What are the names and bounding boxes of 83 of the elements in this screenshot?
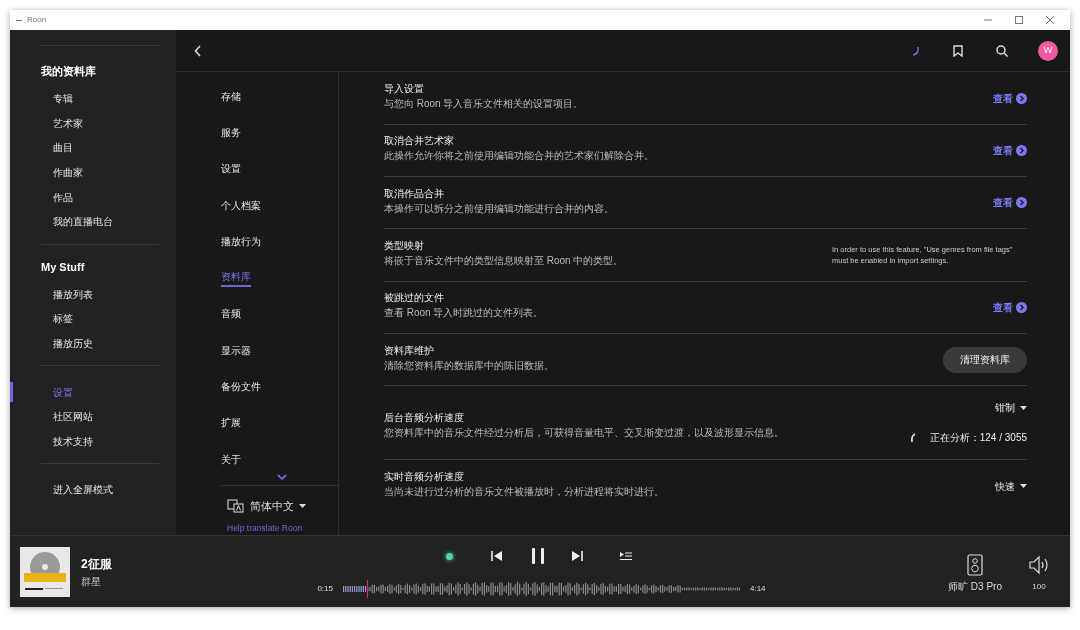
settings-nav-item[interactable]: 音频 — [221, 307, 241, 322]
view-link[interactable]: 查看 — [993, 142, 1027, 158]
help-translate-link[interactable]: Help translate Roon — [227, 522, 338, 535]
setting-title: 被跳过的文件 — [384, 291, 445, 306]
sidebar-item[interactable]: 曲目 — [53, 141, 73, 156]
bookmark-icon[interactable] — [953, 44, 963, 57]
speaker-icon[interactable] — [967, 553, 984, 576]
duration-time: 4:14 — [750, 583, 766, 595]
playhead[interactable] — [366, 580, 369, 598]
close-icon[interactable] — [1046, 16, 1054, 24]
loading-spinner-icon — [912, 45, 920, 56]
setting-title: 资料库维护 — [384, 343, 435, 358]
sidebar-item[interactable]: 播放列表 — [53, 287, 93, 302]
sidebar-item[interactable]: 标签 — [53, 312, 73, 327]
window-title: Roon — [27, 14, 47, 26]
scroll-down-icon[interactable] — [277, 473, 287, 481]
setting-title: 后台音频分析速度 — [384, 410, 465, 425]
sidebar-item[interactable]: 艺术家 — [53, 116, 83, 131]
section-heading: My Stuff — [41, 259, 86, 275]
setting-description: 与您向 Roon 导入音乐文件相关的设置项目。 — [384, 97, 585, 111]
settings-nav-item[interactable]: 备份文件 — [221, 380, 261, 394]
language-dropdown[interactable]: 简体中文 — [227, 497, 338, 515]
speed-dropdown[interactable]: 钳制 — [995, 400, 1027, 416]
sidebar-item[interactable]: 社区网站 — [53, 410, 93, 425]
artist-name[interactable]: 群星 — [81, 573, 112, 589]
clean-library-button[interactable]: 清理资料库 — [943, 346, 1027, 373]
settings-nav-item[interactable]: 设置 — [221, 162, 241, 177]
section-heading: 我的资料库 — [41, 64, 97, 79]
settings-nav-item[interactable]: 服务 — [221, 125, 241, 140]
maximize-icon[interactable] — [1015, 16, 1023, 24]
sidebar-item[interactable]: 专辑 — [53, 92, 73, 107]
speed-dropdown[interactable]: 快速 — [995, 478, 1027, 494]
settings-nav-item[interactable]: 播放行为 — [221, 234, 261, 249]
setting-title: 实时音频分析速度 — [384, 470, 465, 485]
setting-description: 此操作允许你将之前使用编辑功能合并的艺术家们解除合并。 — [384, 149, 655, 163]
volume-icon[interactable] — [1028, 554, 1050, 575]
previous-icon[interactable] — [491, 550, 503, 562]
settings-nav-item[interactable]: 扩展 — [221, 416, 241, 431]
translate-icon — [227, 499, 245, 513]
settings-nav-item[interactable]: 资料库 — [221, 269, 251, 287]
setting-description: 当尚未进行过分析的音乐文件被播放时，分析进程将实时进行。 — [384, 485, 665, 499]
sidebar-item[interactable]: 播放历史 — [53, 337, 93, 352]
sidebar-item[interactable]: 设置 — [53, 385, 73, 400]
queue-icon[interactable] — [619, 551, 633, 561]
track-title[interactable]: 2征服 — [81, 554, 112, 573]
setting-description: 查看 Roon 导入时跳过的文件列表。 — [384, 306, 545, 320]
pause-icon[interactable] — [531, 547, 545, 565]
sidebar-item[interactable]: 进入全屏模式 — [53, 483, 113, 498]
back-icon[interactable] — [194, 44, 202, 57]
search-icon[interactable] — [996, 44, 1008, 57]
selected-indicator — [10, 382, 13, 403]
view-link[interactable]: 查看 — [993, 90, 1027, 106]
sidebar-item[interactable]: 我的直播电台 — [53, 215, 113, 230]
arrow-circle-icon — [1016, 197, 1027, 209]
setting-title: 类型映射 — [384, 239, 425, 253]
settings-nav-item[interactable]: 显示器 — [221, 343, 251, 358]
arrow-circle-icon — [1016, 92, 1027, 104]
sidebar-item[interactable]: 技术支持 — [53, 434, 93, 449]
arrow-circle-icon — [1016, 301, 1027, 313]
elapsed-time: 0:15 — [316, 583, 333, 595]
setting-title: 取消作品合并 — [384, 186, 445, 201]
loading-spinner-icon — [909, 432, 916, 443]
setting-title: 取消合并艺术家 — [384, 134, 455, 149]
view-link[interactable]: 查看 — [993, 195, 1027, 211]
settings-nav-item[interactable]: 存储 — [221, 89, 241, 104]
view-link[interactable]: 查看 — [993, 299, 1027, 315]
waveform-seekbar[interactable] — [343, 580, 740, 598]
settings-nav-item[interactable]: 个人档案 — [221, 198, 261, 213]
next-icon[interactable] — [571, 550, 583, 562]
setting-description: 清除您资料库的数据库中的陈旧数据。 — [384, 358, 555, 372]
arrow-circle-icon — [1016, 144, 1027, 156]
setting-title: 导入设置 — [384, 82, 425, 97]
settings-nav-item[interactable]: 关于 — [221, 452, 241, 467]
caret-icon — [1020, 484, 1027, 489]
sidebar-item[interactable]: 作品 — [53, 190, 73, 205]
caret-icon — [1020, 405, 1027, 410]
volume-level[interactable]: 100 — [1032, 580, 1046, 593]
sidebar-item[interactable]: 作曲家 — [53, 166, 83, 181]
setting-description: 本操作可以拆分之前使用编辑功能进行合并的内容。 — [384, 201, 615, 215]
setting-description: 将嵌于音乐文件中的类型信息映射至 Roon 中的类型。 — [384, 254, 625, 267]
setting-description: 您资料库中的音乐文件经过分析后，可获得音量电平、交叉渐变过渡，以及波形显示信息。 — [384, 425, 785, 439]
zone-name[interactable]: 师旷 D3 Pro — [948, 578, 1002, 594]
caret-icon — [299, 504, 306, 508]
